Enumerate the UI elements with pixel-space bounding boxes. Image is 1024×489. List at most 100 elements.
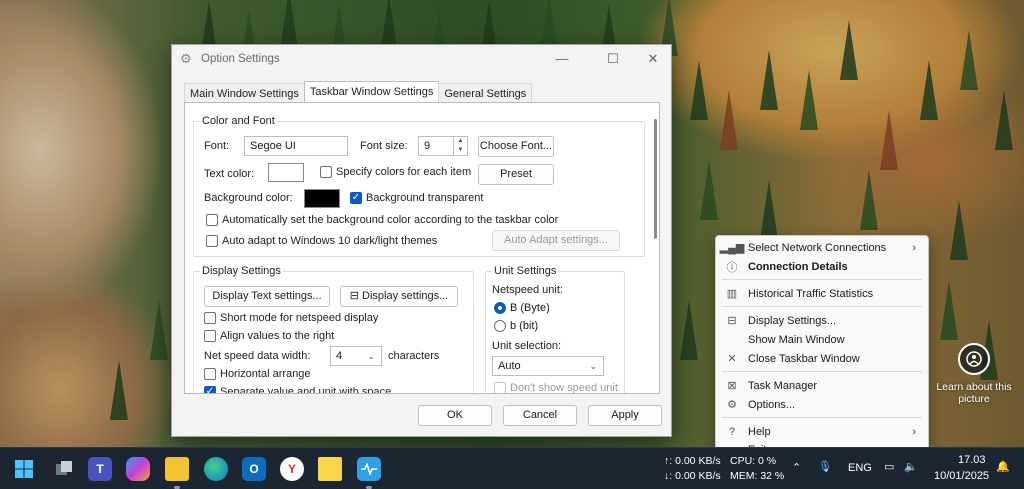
menu-item-historical-traffic[interactable]: ▥ Historical Traffic Statistics — [716, 284, 928, 303]
radio-byte[interactable]: B (Byte) — [494, 302, 550, 314]
menu-item-options[interactable]: ⚙ Options... — [716, 395, 928, 414]
close-button[interactable]: ✕ — [635, 49, 671, 69]
menu-item-label: Display Settings... — [748, 314, 837, 327]
spin-arrows-icon[interactable]: ▲ ▼ — [453, 137, 467, 155]
auto-adapt-settings-button[interactable]: Auto Adapt settings... — [492, 230, 620, 251]
specify-colors-label: Specify colors for each item — [336, 166, 472, 178]
gear-icon: ⚙ — [180, 51, 192, 66]
radio-button — [494, 302, 506, 314]
display-text-settings-button[interactable]: Display Text settings... — [204, 286, 330, 307]
display-settings-label: Display settings... — [362, 290, 449, 302]
tab-main-window-settings[interactable]: Main Window Settings — [184, 83, 305, 103]
font-size-label: Font size: — [360, 140, 408, 152]
chevron-right-icon: › — [912, 241, 916, 254]
menu-item-help[interactable]: ? Help › — [716, 422, 928, 441]
radio-bit[interactable]: b (bit) — [494, 320, 538, 332]
netspeed-unit-label: Netspeed unit: — [492, 284, 563, 296]
memory-usage: MEM: 32 % — [730, 470, 785, 482]
unit-selection-select[interactable]: Auto ⌄ — [492, 356, 604, 376]
info-icon: ⓘ — [726, 261, 738, 274]
preset-button[interactable]: Preset — [478, 164, 554, 185]
microphone-icon[interactable]: 🎙 — [818, 460, 832, 473]
text-color-swatch[interactable] — [268, 163, 304, 182]
monitor-icon[interactable]: ▭ — [884, 460, 894, 473]
context-menu: ▂▄▆ Select Network Connections › ⓘ Conne… — [715, 235, 929, 461]
menu-separator — [722, 371, 922, 372]
chevron-up-icon[interactable]: ⌃ — [792, 461, 801, 474]
check-icon: ✓ — [350, 192, 362, 204]
clock-date[interactable]: 10/01/2025 — [934, 470, 989, 482]
checkbox-box — [204, 368, 216, 380]
net-width-select[interactable]: 4 ⌄ — [330, 346, 382, 366]
separate-unit-label: Separate value and unit with space — [220, 386, 392, 394]
ok-button[interactable]: OK — [418, 405, 492, 426]
horizontal-arrange-checkbox[interactable]: Horizontal arrange — [204, 368, 311, 380]
auto-background-checkbox[interactable]: Automatically set the background color a… — [206, 214, 558, 226]
language-indicator[interactable]: ENG — [848, 462, 872, 474]
yandex-icon[interactable]: Y — [280, 457, 304, 481]
apply-button[interactable]: Apply — [588, 405, 662, 426]
short-mode-checkbox[interactable]: Short mode for netspeed display — [204, 312, 378, 324]
task-view-icon[interactable] — [52, 457, 76, 481]
scrollbar[interactable] — [654, 119, 657, 239]
background-transparent-label: Background transparent — [366, 192, 484, 204]
notification-icon[interactable]: 🔔 — [996, 460, 1010, 473]
auto-adapt-checkbox[interactable]: Auto adapt to Windows 10 dark/light them… — [206, 235, 437, 247]
radio-byte-label: B (Byte) — [510, 302, 550, 314]
align-right-checkbox[interactable]: Align values to the right — [204, 330, 334, 342]
volume-icon[interactable]: 🔈 — [904, 460, 918, 473]
tab-panel: Color and Font Font: Segoe UI Font size:… — [184, 102, 660, 394]
start-icon[interactable] — [12, 457, 36, 481]
tab-taskbar-window-settings[interactable]: Taskbar Window Settings — [303, 81, 440, 103]
menu-item-label: Options... — [748, 398, 796, 411]
teams-icon[interactable]: T — [88, 457, 112, 481]
taskbar: T O Y ↑: 0.00 KB/s ↓: 0.00 KB/s CPU: 0 %… — [0, 447, 1024, 489]
file-explorer-icon[interactable] — [165, 457, 189, 481]
display-icon: ⊟ — [349, 290, 359, 302]
sticky-notes-icon[interactable] — [318, 457, 342, 481]
outlook-icon[interactable]: O — [242, 457, 266, 481]
display-settings-button[interactable]: ⊟ Display settings... — [340, 286, 458, 307]
checkbox-box — [204, 312, 216, 324]
menu-item-select-network[interactable]: ▂▄▆ Select Network Connections › — [716, 238, 928, 257]
title-bar[interactable]: ⚙ Option Settings — ☐ ✕ — [172, 45, 671, 73]
font-size-value: 9 — [424, 140, 431, 152]
background-color-swatch[interactable] — [304, 189, 340, 208]
learn-about-picture[interactable]: Learn about this picture — [936, 343, 1012, 405]
check-icon: ✓ — [204, 386, 216, 393]
font-size-stepper[interactable]: 9 ▲ ▼ — [418, 136, 468, 156]
auto-adapt-label: Auto adapt to Windows 10 dark/light them… — [222, 235, 438, 247]
font-name-field[interactable]: Segoe UI — [244, 136, 348, 156]
maximize-button[interactable]: ☐ — [595, 49, 631, 69]
background-transparent-checkbox[interactable]: ✓ Background transparent — [350, 192, 483, 204]
menu-item-display-settings[interactable]: ⊟ Display Settings... — [716, 311, 928, 330]
cpu-usage: CPU: 0 % — [730, 455, 777, 467]
copilot-icon[interactable] — [126, 457, 150, 481]
unit-selection-label: Unit selection: — [492, 340, 562, 352]
dont-show-unit-checkbox[interactable]: Don't show speed unit — [494, 382, 618, 393]
menu-item-show-main-window[interactable]: Show Main Window — [716, 330, 928, 349]
choose-font-button[interactable]: Choose Font... — [478, 136, 554, 157]
help-icon: ? — [728, 425, 736, 438]
menu-item-close-taskbar-window[interactable]: ✕ Close Taskbar Window — [716, 349, 928, 368]
menu-separator — [722, 417, 922, 418]
menu-item-connection-details[interactable]: ⓘ Connection Details — [716, 257, 928, 276]
cancel-button[interactable]: Cancel — [503, 405, 577, 426]
chevron-down-icon: ⌄ — [589, 361, 597, 371]
checkbox-box — [320, 166, 332, 178]
trafficmonitor-icon[interactable] — [357, 457, 381, 481]
menu-item-task-manager[interactable]: ⊠ Task Manager — [716, 376, 928, 395]
short-mode-label: Short mode for netspeed display — [220, 312, 379, 324]
edge-icon[interactable] — [204, 457, 228, 481]
tab-general-settings[interactable]: General Settings — [438, 83, 533, 103]
separate-unit-checkbox[interactable]: ✓ Separate value and unit with space — [204, 386, 392, 394]
text-color-label: Text color: — [204, 168, 255, 180]
minimize-button[interactable]: — — [544, 49, 580, 69]
auto-background-label: Automatically set the background color a… — [222, 214, 559, 226]
clock-time[interactable]: 17.03 — [958, 454, 986, 466]
specify-colors-checkbox[interactable]: Specify colors for each item — [320, 166, 471, 178]
unit-settings-group: Unit Settings Netspeed unit: B (Byte) b … — [485, 265, 625, 393]
menu-item-label: Help — [748, 425, 771, 438]
menu-item-label: Task Manager — [748, 379, 818, 392]
checkbox-box — [494, 382, 506, 393]
